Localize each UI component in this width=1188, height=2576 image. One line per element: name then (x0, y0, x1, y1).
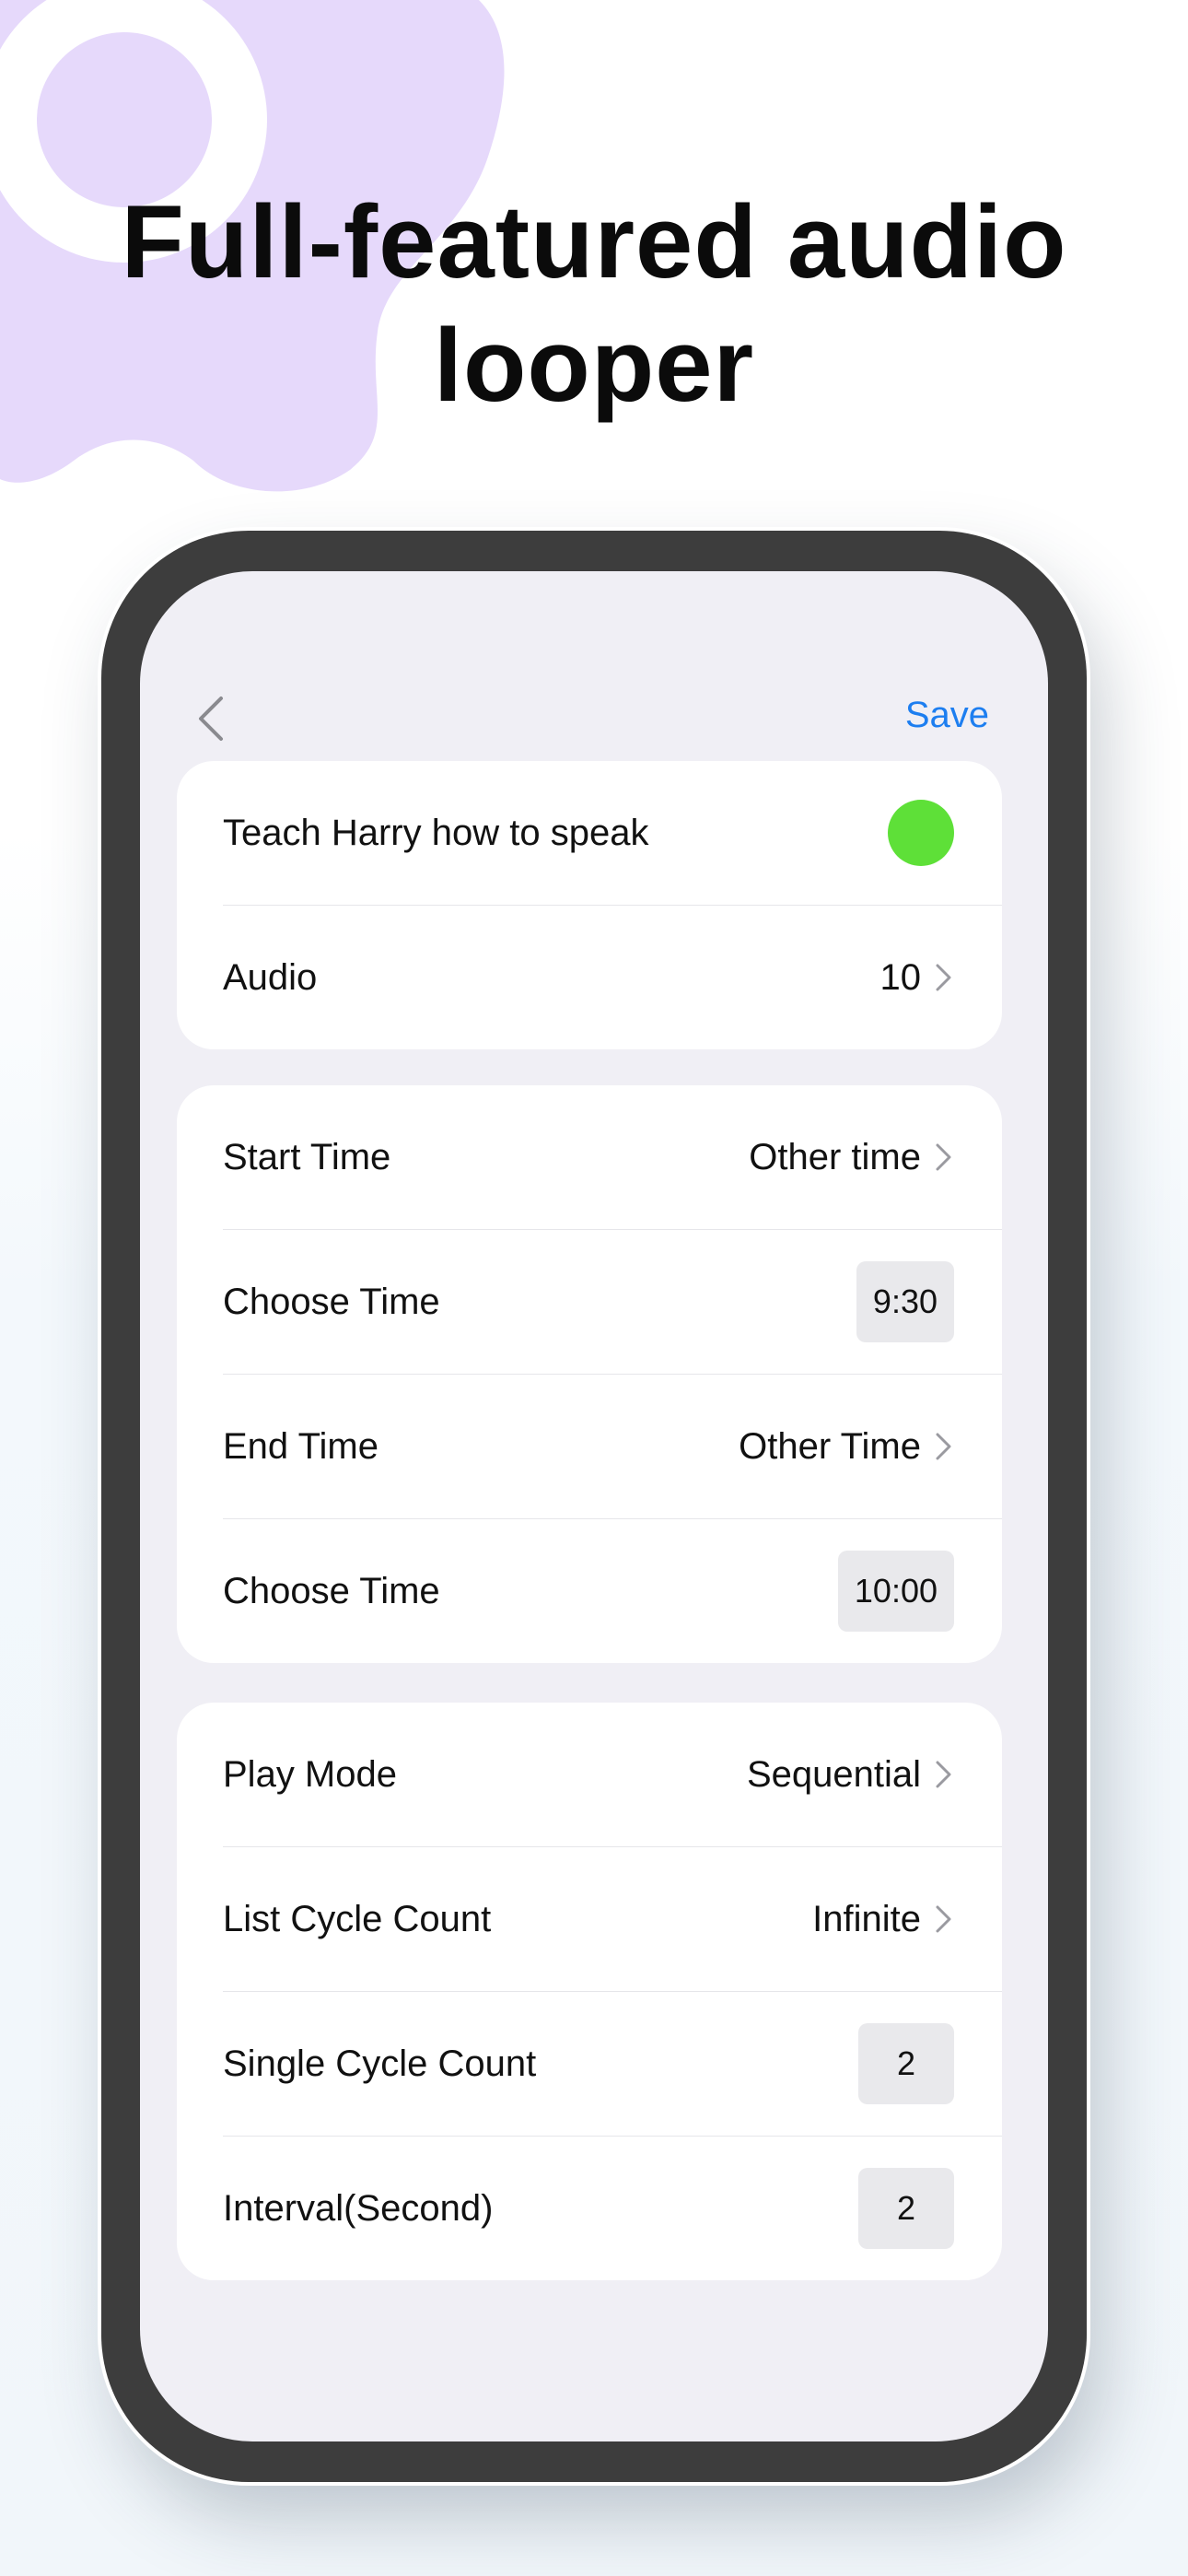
start-time-label: Start Time (223, 1136, 391, 1177)
loop-title-row: Teach Harry how to speak (223, 761, 1002, 906)
page-headline: Full-featured audio looper (0, 181, 1188, 427)
headline-line-2: looper (433, 308, 755, 423)
audio-value-group[interactable]: 10 (880, 957, 955, 999)
loop-info-card: Teach Harry how to speak Audio 10 (177, 761, 1002, 1049)
chevron-right-icon (936, 1143, 951, 1171)
single-cycle-count-row: Single Cycle Count 2 (223, 1992, 1002, 2137)
chevron-right-icon (936, 964, 951, 991)
audio-count-value: 10 (879, 956, 922, 998)
end-time-value-group[interactable]: Other Time (739, 1426, 954, 1468)
play-mode-value-group[interactable]: Sequential (747, 1754, 954, 1796)
phone-frame: Save Teach Harry how to speak Audio 10 S… (101, 531, 1087, 2482)
choose-end-time-label: Choose Time (223, 1570, 440, 1611)
phone-screen: Save Teach Harry how to speak Audio 10 S… (140, 571, 1048, 2441)
choose-start-time-label: Choose Time (223, 1281, 440, 1322)
headline-line-1: Full-featured audio (121, 184, 1067, 299)
loop-title-label: Teach Harry how to speak (223, 812, 649, 853)
play-mode-label: Play Mode (223, 1753, 397, 1795)
play-mode-value: Sequential (746, 1753, 921, 1795)
playback-settings-card: Play Mode Sequential List Cycle Count In… (177, 1703, 1002, 2280)
interval-label: Interval(Second) (223, 2187, 494, 2229)
save-button[interactable]: Save (905, 695, 989, 736)
interval-row: Interval(Second) 2 (223, 2137, 1002, 2280)
play-mode-row[interactable]: Play Mode Sequential (223, 1703, 1002, 1847)
choose-end-time-row: Choose Time 10:00 (223, 1519, 1002, 1663)
chevron-left-icon (199, 697, 223, 741)
navigation-bar: Save (140, 682, 1048, 755)
audio-row[interactable]: Audio 10 (223, 906, 1002, 1049)
list-cycle-count-row[interactable]: List Cycle Count Infinite (223, 1847, 1002, 1992)
interval-input[interactable]: 2 (858, 2168, 954, 2249)
choose-start-time-row: Choose Time 9:30 (223, 1230, 1002, 1375)
list-cycle-count-value: Infinite (812, 1898, 921, 1939)
end-time-value: Other Time (739, 1425, 921, 1467)
back-button[interactable] (186, 691, 241, 746)
start-time-picker[interactable]: 9:30 (856, 1261, 954, 1342)
start-time-row[interactable]: Start Time Other time (223, 1085, 1002, 1230)
audio-label: Audio (223, 956, 318, 998)
single-cycle-count-input[interactable]: 2 (858, 2023, 954, 2104)
list-cycle-value-group[interactable]: Infinite (812, 1899, 954, 1940)
end-time-label: End Time (223, 1425, 379, 1467)
time-settings-card: Start Time Other time Choose Time 9:30 E… (177, 1085, 1002, 1663)
end-time-picker[interactable]: 10:00 (837, 1551, 954, 1632)
list-cycle-count-label: List Cycle Count (223, 1898, 492, 1939)
end-time-row[interactable]: End Time Other Time (223, 1375, 1002, 1519)
start-time-value: Other time (749, 1136, 921, 1177)
status-toggle[interactable] (888, 800, 954, 866)
chevron-right-icon (936, 1905, 951, 1933)
single-cycle-count-label: Single Cycle Count (223, 2043, 537, 2084)
start-time-value-group[interactable]: Other time (749, 1137, 954, 1178)
chevron-right-icon (936, 1761, 951, 1788)
chevron-right-icon (936, 1433, 951, 1460)
